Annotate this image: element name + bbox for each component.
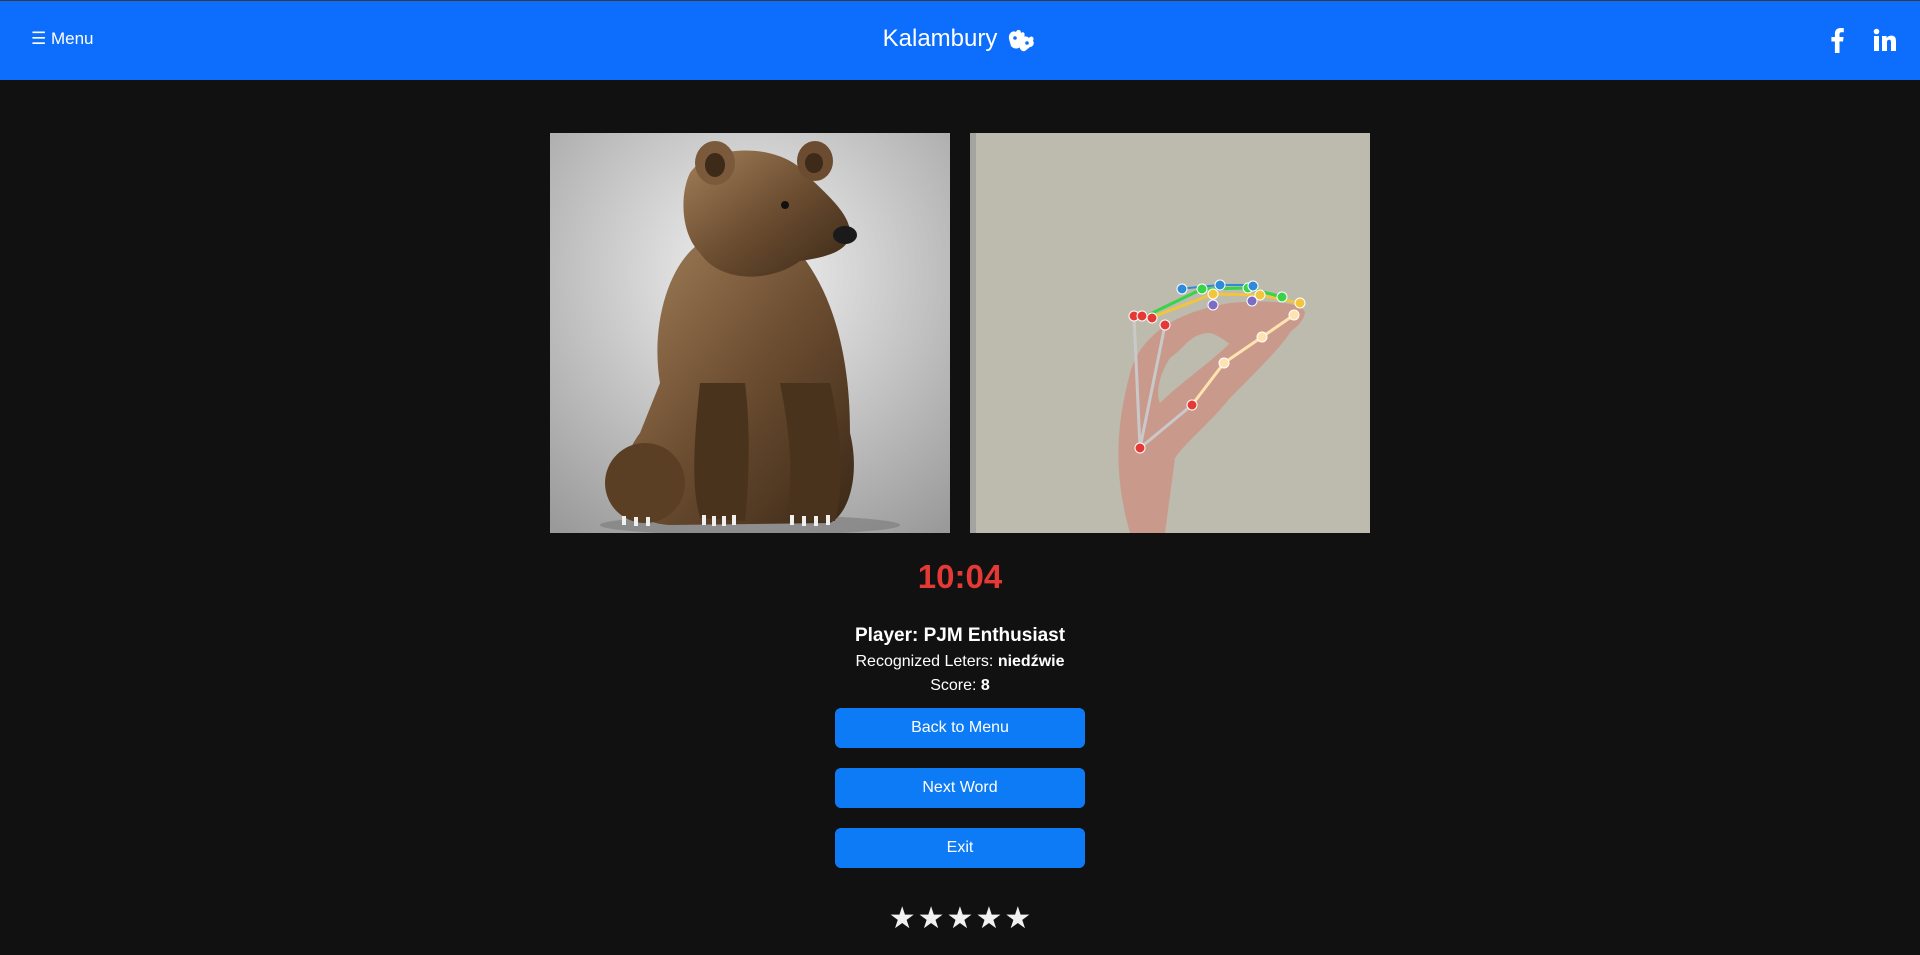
next-word-button[interactable]: Next Word bbox=[835, 768, 1085, 808]
countdown-timer: 10:04 bbox=[917, 558, 1003, 595]
linkedin-icon[interactable] bbox=[1872, 27, 1898, 53]
back-to-menu-button[interactable]: Back to Menu bbox=[835, 708, 1085, 748]
social-links bbox=[1824, 27, 1898, 53]
target-word-image bbox=[550, 133, 950, 533]
recognized-letters-value: niedźwie bbox=[997, 653, 1065, 670]
star-icon-4[interactable]: ★ bbox=[975, 904, 1002, 934]
recognized-letters-label: Recognized Leters: bbox=[855, 653, 994, 670]
camera-feed bbox=[970, 133, 1370, 533]
player-name: Player: PJM Enthusiast bbox=[854, 625, 1066, 646]
star-icon-2[interactable]: ★ bbox=[918, 904, 945, 934]
bear-picture bbox=[550, 133, 950, 533]
rating-stars: ★ ★ ★ ★ ★ bbox=[0, 904, 1920, 934]
brand: Kalambury bbox=[0, 25, 1920, 53]
star-icon-3[interactable]: ★ bbox=[947, 904, 974, 934]
star-icon-5[interactable]: ★ bbox=[1004, 904, 1031, 934]
score-value: 8 bbox=[980, 677, 990, 694]
top-navbar: ☰ Menu Kalambury bbox=[0, 0, 1920, 80]
star-icon-1[interactable]: ★ bbox=[889, 904, 916, 934]
facebook-icon[interactable] bbox=[1824, 27, 1850, 53]
score: Score: 8 bbox=[0, 677, 1920, 695]
webcam-hand-landmarks bbox=[970, 133, 1370, 533]
score-label: Score: bbox=[930, 677, 977, 694]
brand-title: Kalambury bbox=[882, 25, 998, 52]
exit-button[interactable]: Exit bbox=[835, 828, 1085, 868]
recognized-letters: Recognized Leters: niedźwie bbox=[0, 653, 1920, 671]
sign-language-hands-icon bbox=[1005, 25, 1037, 53]
